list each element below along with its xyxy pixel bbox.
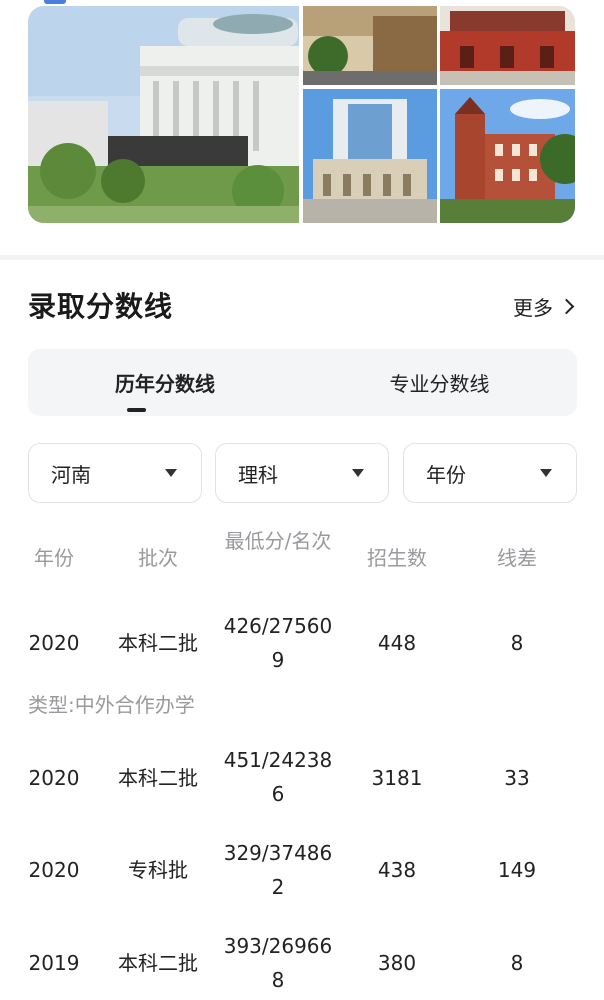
campus-photo-hall[interactable] [440, 6, 575, 85]
caret-down-icon [352, 469, 364, 477]
header-enrollment: 招生数 [367, 546, 427, 570]
year-select[interactable]: 年份 [403, 443, 577, 503]
campus-photo-main[interactable] [28, 6, 299, 223]
cell-diff: 8 [510, 631, 524, 655]
header-score-diff: 线差 [497, 546, 537, 570]
tab-major-scores[interactable]: 专业分数线 [302, 349, 577, 416]
province-value: 河南 [51, 462, 91, 487]
caret-down-icon [165, 469, 177, 477]
header-year: 年份 [34, 546, 74, 570]
subject-value: 理科 [238, 462, 278, 487]
tab-label: 专业分数线 [389, 372, 490, 396]
cell-enrollment: 438 [377, 858, 417, 882]
program-type-label: 类型:中外合作办学 [28, 693, 195, 717]
cell-batch: 专科批 [128, 858, 188, 882]
cell-diff: 149 [497, 858, 537, 882]
cell-min-rank: 329/374862 [223, 841, 333, 899]
cell-diff: 8 [510, 951, 524, 975]
cell-enrollment: 3181 [371, 766, 423, 790]
cell-enrollment: 448 [377, 631, 417, 655]
active-tab-indicator [127, 408, 146, 412]
campus-photo-gallery[interactable] [28, 6, 575, 223]
cell-enrollment: 380 [377, 951, 417, 975]
cell-year: 2020 [28, 766, 80, 790]
cell-year: 2020 [28, 631, 80, 655]
section-divider [0, 255, 604, 260]
more-label: 更多 [513, 296, 553, 320]
campus-photo-gate[interactable] [303, 6, 437, 85]
header-batch: 批次 [138, 546, 178, 570]
cell-min-rank: 393/269668 [223, 934, 333, 992]
subject-select[interactable]: 理科 [215, 443, 389, 503]
cell-batch: 本科二批 [118, 766, 198, 790]
score-tabs: 历年分数线 专业分数线 [28, 349, 577, 416]
header-min-score-rank: 最低分/名次 [224, 529, 332, 553]
more-link[interactable]: 更多 [513, 292, 575, 321]
chevron-right-icon [558, 298, 575, 315]
cell-year: 2020 [28, 858, 80, 882]
campus-photo-tower[interactable] [303, 89, 437, 223]
cell-min-rank: 426/275609 [223, 614, 333, 672]
cell-min-rank: 451/242386 [223, 748, 333, 806]
year-value: 年份 [426, 462, 466, 487]
tab-historical-scores[interactable]: 历年分数线 [28, 349, 302, 416]
province-select[interactable]: 河南 [28, 443, 202, 503]
caret-down-icon [540, 469, 552, 477]
cell-diff: 33 [504, 766, 530, 790]
section-title: 录取分数线 [28, 290, 174, 323]
cell-batch: 本科二批 [118, 951, 198, 975]
carousel-indicator [44, 0, 66, 4]
campus-photo-library[interactable] [440, 89, 575, 223]
cell-year: 2019 [28, 951, 80, 975]
cell-batch: 本科二批 [118, 631, 198, 655]
tab-label: 历年分数线 [115, 372, 215, 396]
